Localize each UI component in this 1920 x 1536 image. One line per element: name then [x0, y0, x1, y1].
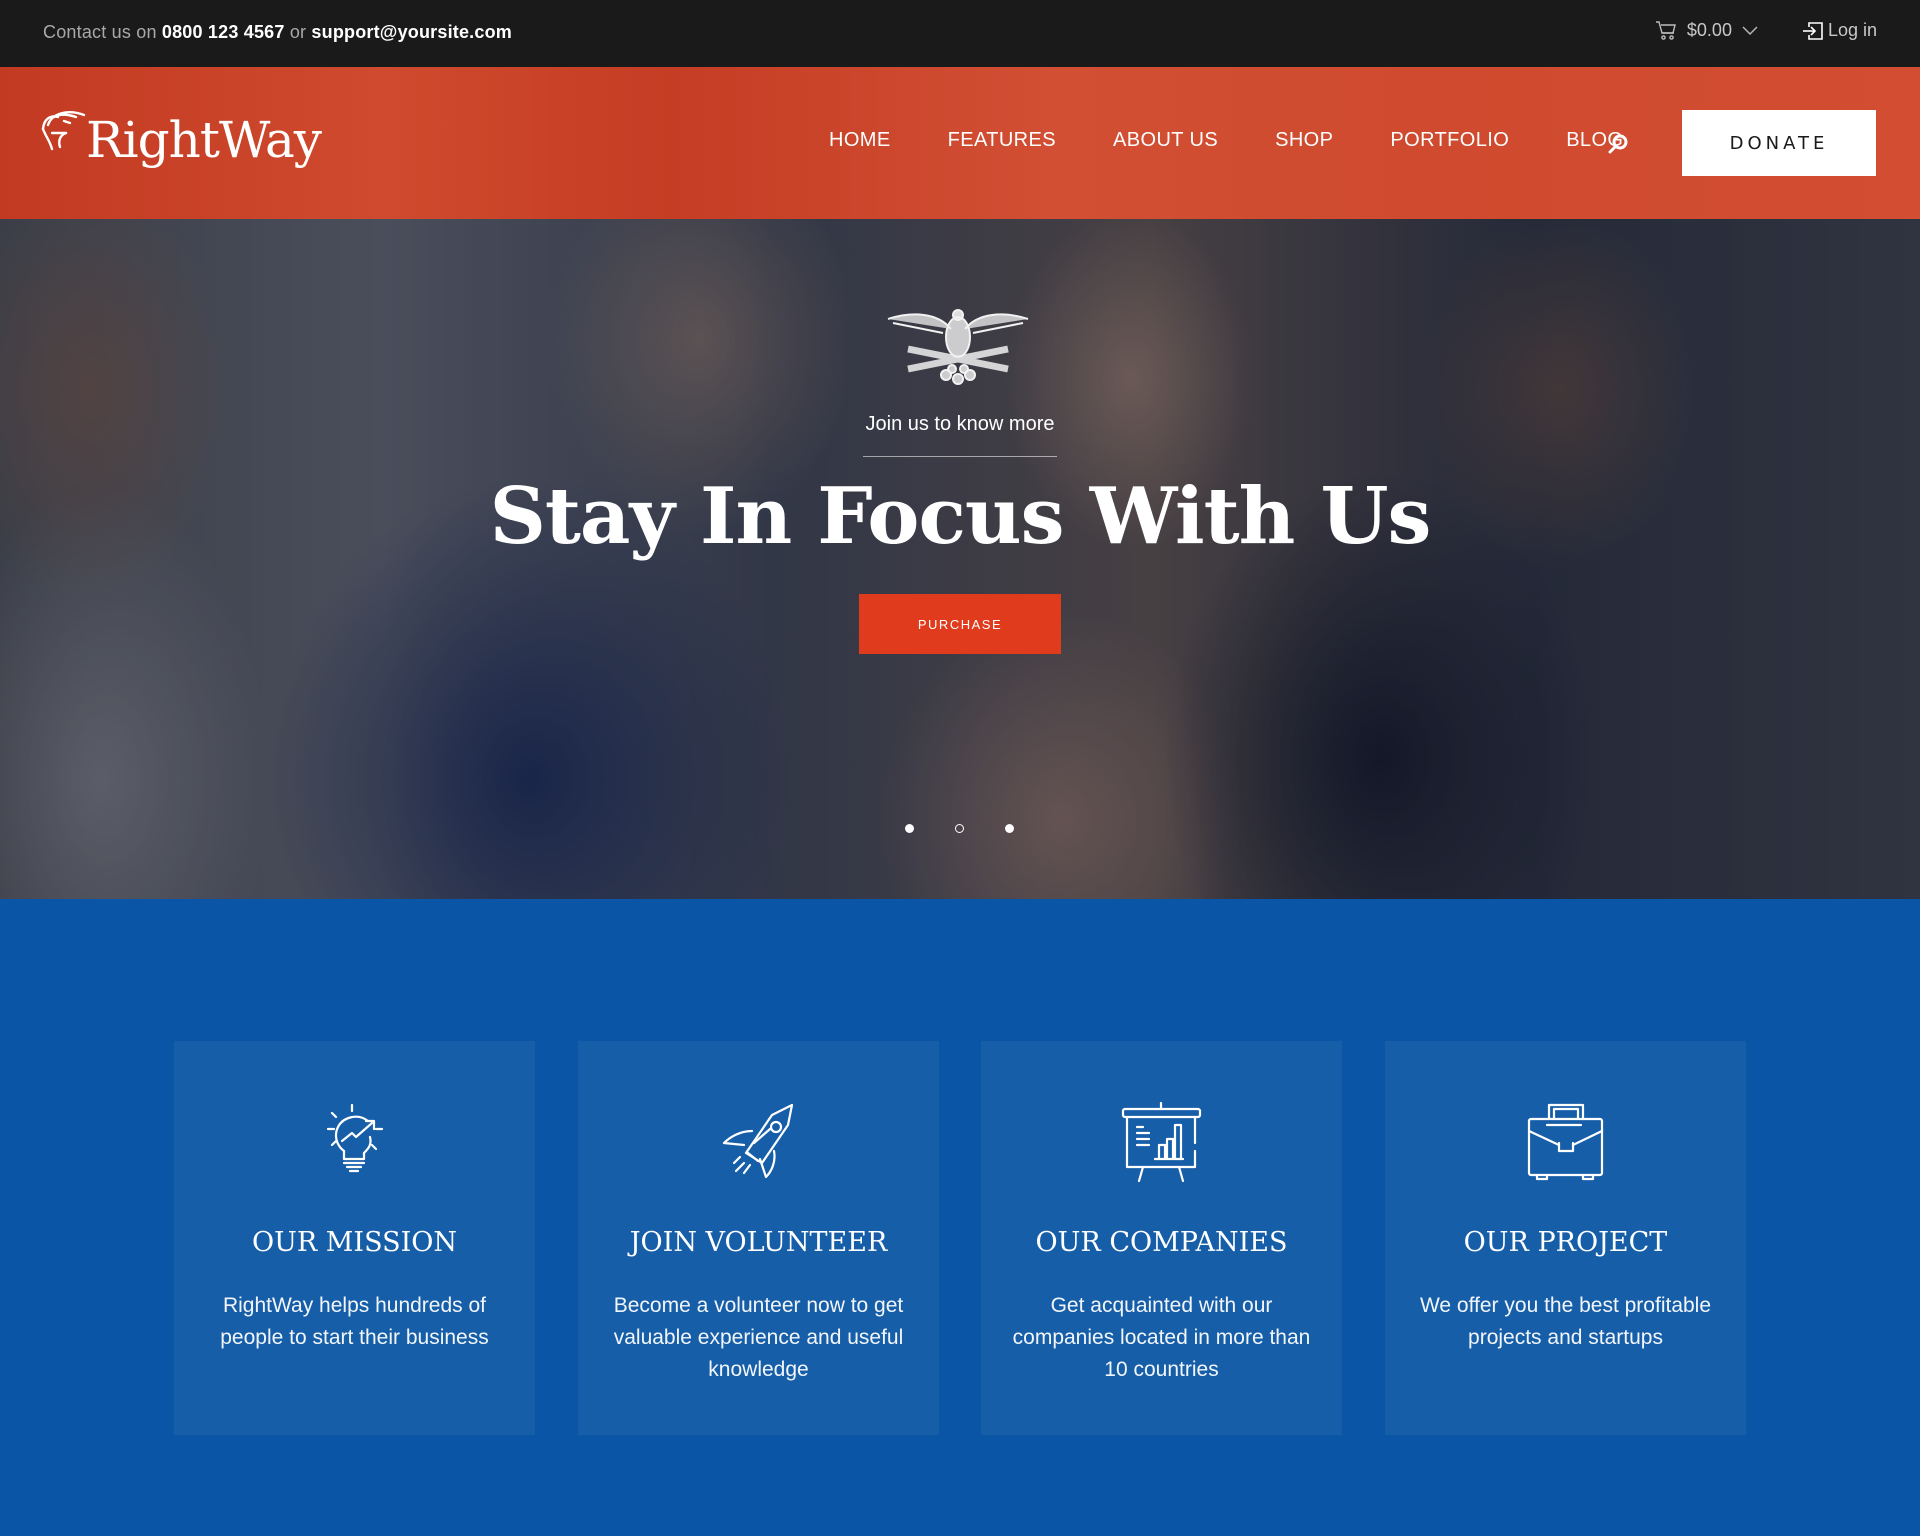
contact-or: or — [289, 22, 307, 42]
site-header: RightWay HOME FEATURES ABOUT US SHOP POR… — [0, 67, 1920, 219]
contact-info: Contact us on 0800 123 4567 or support@y… — [43, 22, 512, 43]
feature-text: RightWay helps hundreds of people to sta… — [220, 1294, 489, 1349]
slider-dot-2[interactable] — [955, 824, 964, 833]
hero-content: Join us to know more Stay In Focus With … — [0, 219, 1920, 899]
site-logo[interactable]: RightWay — [40, 105, 322, 165]
rocket-icon — [718, 1101, 799, 1182]
contact-prefix: Contact us on — [43, 22, 157, 42]
hero-divider — [863, 456, 1057, 457]
briefcase-icon — [1525, 1101, 1606, 1182]
slider-dot-3[interactable] — [1005, 824, 1014, 833]
eagle-cannons-emblem-icon — [883, 307, 1033, 389]
nav-shop[interactable]: SHOP — [1275, 129, 1333, 152]
feature-title: JOIN VOLUNTEER — [629, 1227, 888, 1258]
feature-card-volunteer: JOIN VOLUNTEER Become a volunteer now to… — [578, 1041, 939, 1435]
slider-pagination — [905, 824, 1015, 834]
slider-dot-1[interactable] — [905, 824, 914, 833]
cart-dropdown[interactable]: $0.00 — [1655, 20, 1758, 41]
login-link[interactable]: Log in — [1802, 20, 1877, 41]
eagle-head-icon — [40, 105, 86, 161]
logo-text: RightWay — [86, 111, 322, 169]
donate-button[interactable]: DONATE — [1682, 110, 1876, 176]
cart-icon — [1655, 20, 1677, 41]
hero-kicker: Join us to know more — [865, 413, 1055, 435]
feature-text: Become a volunteer now to get valuable e… — [613, 1294, 904, 1381]
feature-card-mission: OUR MISSION RightWay helps hundreds of p… — [174, 1041, 535, 1435]
hero-headline: Stay In Focus With Us — [489, 471, 1432, 562]
nav-about-us[interactable]: ABOUT US — [1113, 129, 1218, 152]
nav-features[interactable]: FEATURES — [948, 129, 1056, 152]
purchase-button[interactable]: PURCHASE — [859, 594, 1061, 654]
feature-title: OUR MISSION — [251, 1227, 458, 1258]
feature-card-companies: OUR COMPANIES Get acquainted with our co… — [981, 1041, 1342, 1435]
login-icon — [1802, 21, 1824, 41]
feature-title: OUR PROJECT — [1463, 1227, 1668, 1258]
nav-home[interactable]: HOME — [829, 129, 891, 152]
feature-text: Get acquainted with our companies locate… — [1012, 1294, 1311, 1381]
support-email[interactable]: support@yoursite.com — [311, 22, 512, 42]
feature-title: OUR COMPANIES — [1035, 1227, 1288, 1258]
feature-card-project: OUR PROJECT We offer you the best profit… — [1385, 1041, 1746, 1435]
lightbulb-growth-icon — [314, 1101, 395, 1182]
phone-number[interactable]: 0800 123 4567 — [162, 22, 285, 42]
nav-portfolio[interactable]: PORTFOLIO — [1390, 129, 1509, 152]
main-nav: HOME FEATURES ABOUT US SHOP PORTFOLIO BL… — [829, 129, 1680, 152]
features-section: OUR MISSION RightWay helps hundreds of p… — [0, 899, 1920, 1536]
top-bar: Contact us on 0800 123 4567 or support@y… — [0, 0, 1920, 67]
login-label: Log in — [1827, 20, 1877, 40]
presentation-chart-icon — [1121, 1101, 1202, 1183]
search-icon[interactable] — [1607, 133, 1629, 155]
top-bar-actions: $0.00 Log in — [1655, 20, 1877, 41]
feature-text: We offer you the best profitable project… — [1419, 1294, 1712, 1349]
hero-slider: Join us to know more Stay In Focus With … — [0, 219, 1920, 899]
cart-total: $0.00 — [1686, 20, 1732, 40]
chevron-down-icon — [1742, 26, 1758, 36]
